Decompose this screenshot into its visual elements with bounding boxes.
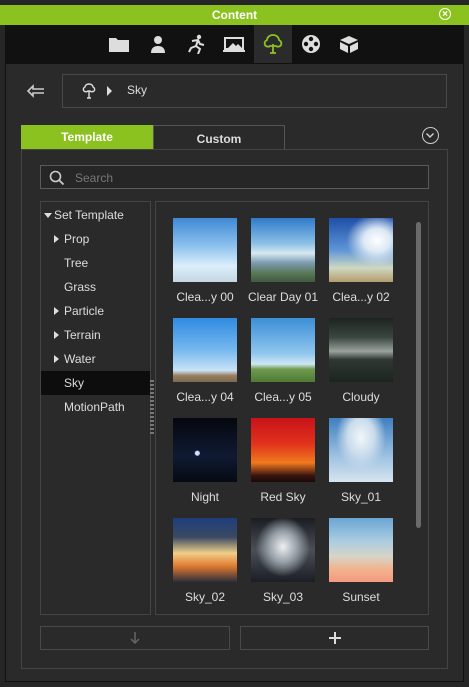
thumbnail — [329, 518, 393, 582]
template-item[interactable]: Red Sky — [244, 418, 322, 504]
search-box — [40, 165, 429, 189]
tree-item-water[interactable]: Water — [41, 347, 150, 371]
character-tab[interactable] — [139, 25, 177, 63]
folder-tab[interactable] — [100, 25, 138, 63]
motion-tab[interactable] — [177, 25, 215, 63]
thumbnail — [329, 318, 393, 382]
down-arrow-icon — [130, 632, 140, 645]
template-item[interactable]: Sunset — [322, 518, 400, 604]
template-item[interactable]: Clea...y 02 — [322, 218, 400, 304]
thumbnail — [173, 318, 237, 382]
template-item[interactable]: Sky_03 — [244, 518, 322, 604]
tree-item-tree[interactable]: Tree — [41, 251, 150, 275]
template-item[interactable]: Clear Day 01 — [244, 218, 322, 304]
template-item[interactable]: Clea...y 00 — [166, 218, 244, 304]
search-icon — [49, 170, 65, 186]
content-type-toolbar — [5, 25, 464, 63]
template-item[interactable]: Sky_01 — [322, 418, 400, 504]
window-title: Content — [211, 8, 258, 22]
tab-template[interactable]: Template — [21, 125, 153, 149]
thumbnail — [329, 218, 393, 282]
template-grid: Clea...y 00 Clear Day 01 Clea...y 02 Cle… — [155, 201, 429, 615]
template-item[interactable]: Sky_02 — [166, 518, 244, 604]
person-icon — [151, 36, 165, 53]
thumbnail — [173, 418, 237, 482]
tree-item-terrain[interactable]: Terrain — [41, 323, 150, 347]
folder-icon — [109, 38, 129, 52]
thumbnail — [173, 518, 237, 582]
thumbnail — [173, 218, 237, 282]
search-input[interactable] — [73, 168, 417, 188]
tree-item-sky[interactable]: Sky — [41, 371, 150, 395]
expand-icon — [54, 331, 59, 339]
package-tab[interactable] — [330, 25, 368, 63]
media-tab[interactable] — [292, 25, 330, 63]
tree-root-set-template[interactable]: Set Template — [41, 203, 150, 227]
category-tree: Set Template Prop Tree Grass Particle Te… — [40, 201, 151, 615]
tree-item-grass[interactable]: Grass — [41, 275, 150, 299]
breadcrumb: Sky — [62, 74, 447, 108]
tree-icon — [263, 34, 283, 54]
film-reel-icon — [302, 35, 320, 53]
motion-icon — [188, 34, 205, 54]
thumbnail — [251, 318, 315, 382]
box-icon — [340, 36, 358, 53]
breadcrumb-item-sky[interactable]: Sky — [127, 83, 147, 97]
download-button[interactable] — [40, 626, 230, 650]
splitter-handle[interactable] — [150, 380, 154, 436]
expand-icon — [54, 355, 59, 363]
thumbnail — [251, 518, 315, 582]
tree-item-particle[interactable]: Particle — [41, 299, 150, 323]
thumbnail — [251, 418, 315, 482]
add-button[interactable] — [240, 626, 429, 650]
breadcrumb-separator-icon — [107, 86, 112, 96]
grid-scrollbar[interactable] — [416, 222, 421, 528]
collapse-icon[interactable] — [422, 127, 439, 144]
expand-icon — [54, 235, 59, 243]
stage-tab[interactable] — [215, 25, 253, 63]
tree-icon[interactable] — [81, 83, 97, 99]
set-tab[interactable] — [254, 25, 292, 63]
tab-custom[interactable]: Custom — [153, 125, 285, 149]
template-item[interactable]: Clea...y 04 — [166, 318, 244, 404]
stage-icon — [223, 37, 245, 52]
template-item[interactable]: Clea...y 05 — [244, 318, 322, 404]
tree-item-motionpath[interactable]: MotionPath — [41, 395, 150, 419]
template-item[interactable]: Cloudy — [322, 318, 400, 404]
tree-item-prop[interactable]: Prop — [41, 227, 150, 251]
expand-icon — [54, 307, 59, 315]
plus-icon — [328, 632, 341, 644]
back-arrow-icon[interactable] — [26, 82, 48, 102]
title-bar: Content × — [0, 5, 469, 25]
expanded-icon — [44, 213, 52, 218]
template-item[interactable]: Night — [166, 418, 244, 504]
close-icon[interactable]: × — [439, 8, 451, 20]
thumbnail — [251, 218, 315, 282]
thumbnail — [329, 418, 393, 482]
